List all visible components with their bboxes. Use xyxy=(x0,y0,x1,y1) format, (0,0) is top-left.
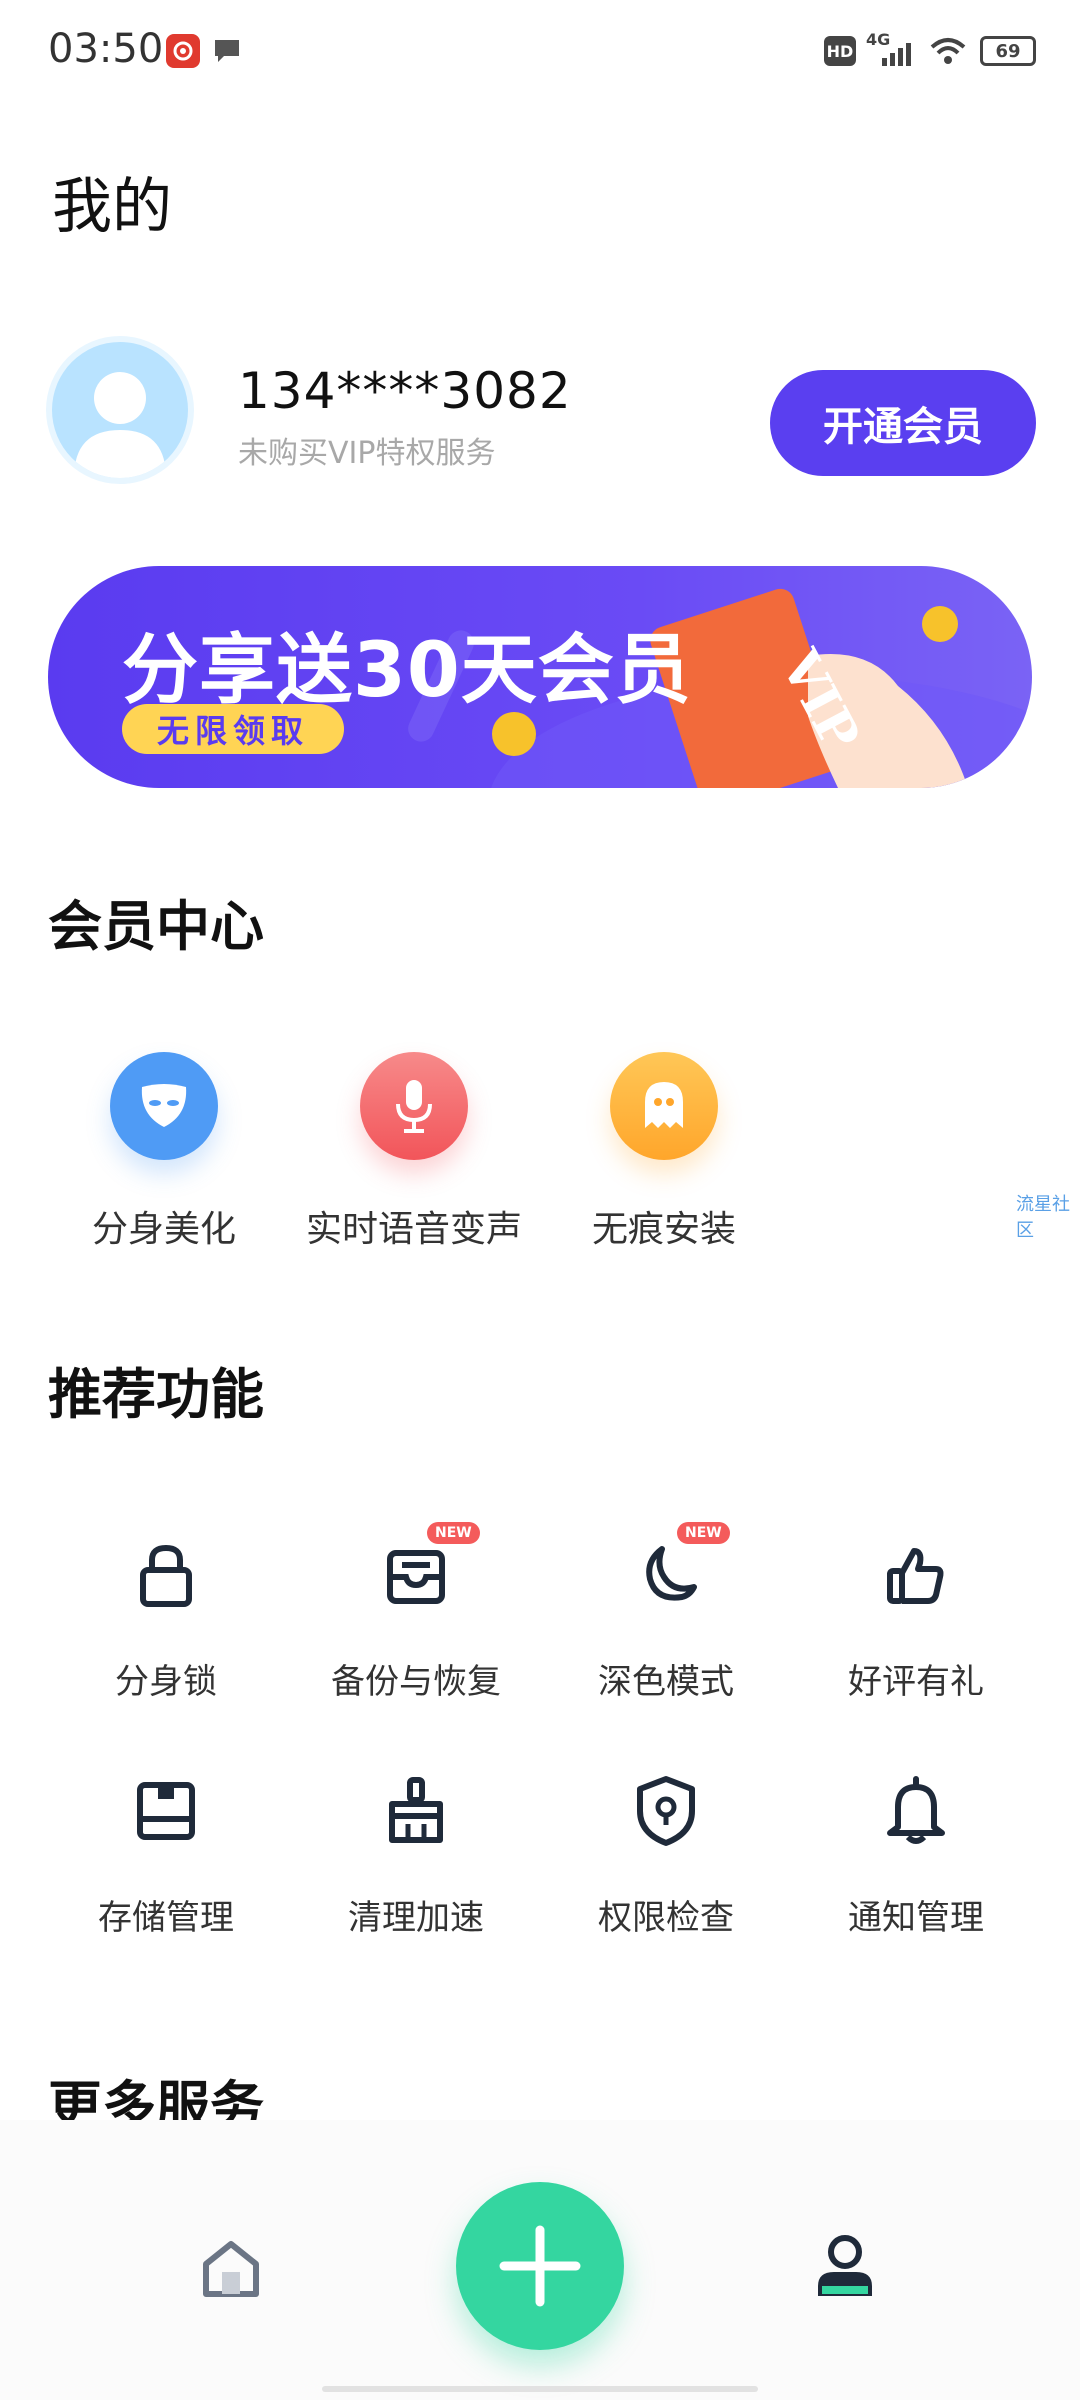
thumbs-up-icon xyxy=(871,1530,961,1620)
status-bar: 03:50 HD 4G 69 xyxy=(0,0,1080,100)
member-item-label: 分身美化 xyxy=(91,1209,236,1250)
netease-music-icon xyxy=(166,34,200,68)
member-item-traceless-install[interactable]: 无痕安装 xyxy=(554,1052,774,1252)
new-badge: NEW xyxy=(677,1522,730,1544)
shield-icon xyxy=(621,1766,711,1856)
member-item-label: 实时语音变声 xyxy=(305,1209,522,1250)
battery-level: 69 xyxy=(995,40,1021,62)
wifi-icon xyxy=(928,34,968,68)
open-vip-button[interactable]: 开通会员 xyxy=(770,370,1036,476)
rec-item-label: 权限检查 xyxy=(598,1898,734,1938)
rec-item-label: 分身锁 xyxy=(115,1662,217,1702)
inbox-icon: NEW xyxy=(371,1522,480,1620)
user-phone: 134****3082 xyxy=(238,362,572,420)
lock-icon xyxy=(121,1530,211,1620)
moon-icon: NEW xyxy=(621,1522,730,1620)
ghost-icon xyxy=(610,1052,718,1160)
rec-item-label: 通知管理 xyxy=(848,1898,984,1938)
rec-item-dark-mode[interactable]: NEW 深色模式 xyxy=(546,1522,786,1703)
hd-icon: HD xyxy=(824,36,856,66)
rec-item-clone-lock[interactable]: 分身锁 xyxy=(46,1530,286,1703)
avatar[interactable] xyxy=(52,342,188,478)
add-icon[interactable] xyxy=(456,2182,624,2350)
member-item-avatar-beautify[interactable]: 分身美化 xyxy=(54,1052,274,1252)
microphone-icon xyxy=(360,1052,468,1160)
rec-item-rating-gift[interactable]: 好评有礼 xyxy=(796,1530,1036,1703)
battery-icon: 69 xyxy=(980,36,1036,66)
rec-item-label: 深色模式 xyxy=(598,1662,734,1702)
home-indicator xyxy=(322,2386,758,2392)
bell-icon xyxy=(871,1766,961,1856)
recommended-title: 推荐功能 xyxy=(48,1363,264,1426)
banner-title: 分享送30天会员 xyxy=(122,625,692,714)
watermark-text: 流星社区 xyxy=(1016,1194,1070,1241)
storage-icon xyxy=(121,1766,211,1856)
default-avatar-icon xyxy=(74,372,166,478)
page-title: 我的 xyxy=(52,172,172,242)
rec-item-label: 存储管理 xyxy=(98,1898,234,1938)
share-vip-banner[interactable]: VIP 分享送30天会员 无限领取 xyxy=(48,566,1032,788)
member-center-title: 会员中心 xyxy=(48,895,264,958)
signal-icon xyxy=(880,40,916,68)
banner-claim-pill: 无限领取 xyxy=(122,704,344,754)
member-item-label: 无痕安装 xyxy=(591,1209,736,1250)
chat-bubble-icon xyxy=(210,34,244,68)
home-icon[interactable] xyxy=(198,2236,264,2302)
profile-icon[interactable] xyxy=(812,2232,878,2302)
member-item-voice-changer[interactable]: 实时语音变声 xyxy=(304,1052,524,1252)
rec-item-label: 备份与恢复 xyxy=(331,1662,501,1702)
rec-item-label: 好评有礼 xyxy=(848,1662,984,1702)
rec-item-label: 清理加速 xyxy=(348,1898,484,1938)
vip-status-text: 未购买VIP特权服务 xyxy=(238,436,496,471)
mask-icon xyxy=(110,1052,218,1160)
new-badge: NEW xyxy=(427,1522,480,1544)
broom-icon xyxy=(371,1766,461,1856)
rec-item-backup-restore[interactable]: NEW 备份与恢复 xyxy=(296,1522,536,1703)
rec-item-clean-speedup[interactable]: 清理加速 xyxy=(296,1766,536,1939)
rec-item-notification[interactable]: 通知管理 xyxy=(796,1766,1036,1939)
rec-item-permission-check[interactable]: 权限检查 xyxy=(546,1766,786,1939)
status-time: 03:50 xyxy=(48,26,164,72)
rec-item-storage[interactable]: 存储管理 xyxy=(46,1766,286,1939)
